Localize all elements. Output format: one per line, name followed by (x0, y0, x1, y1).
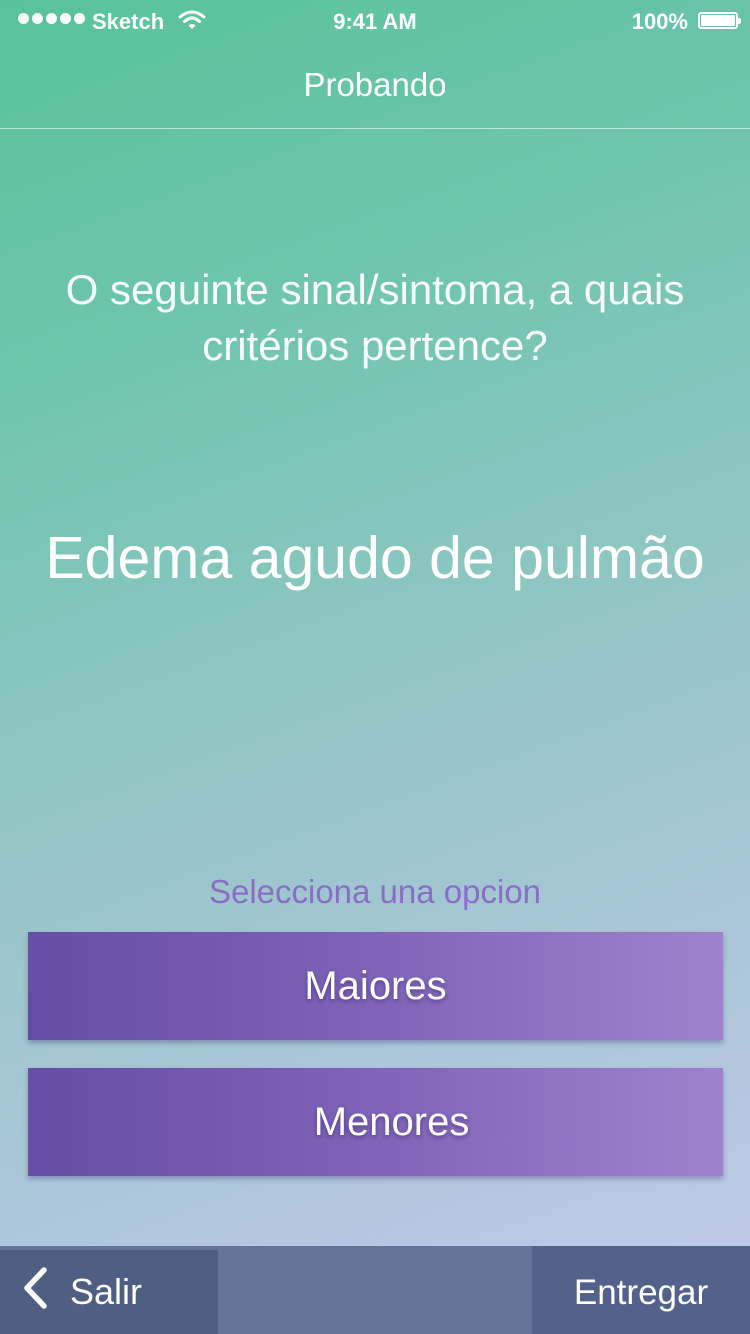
battery-percent: 100% (631, 9, 688, 34)
status-bar: Sketch 9:41 AM 100% (0, 0, 750, 40)
bottom-toolbar: Salir Entregar (0, 1246, 750, 1334)
exit-label: Salir (70, 1271, 143, 1312)
navigation-bar: Probando (0, 40, 750, 129)
symptom-term: Edema agudo de pulmão (45, 525, 705, 591)
option-menores-button[interactable]: Menores (28, 1068, 723, 1176)
battery-icon (698, 12, 741, 29)
chevron-left-icon (0, 1266, 70, 1318)
option-label: Menores (313, 1099, 470, 1144)
question-text: O seguinte sinal/sintoma, a quais critér… (65, 266, 685, 369)
exit-button[interactable]: Salir (0, 1250, 218, 1334)
page-title: Probando (303, 66, 447, 103)
select-option-prompt: Selecciona una opcion (208, 873, 542, 910)
battery-level (701, 15, 735, 26)
option-maiores-button[interactable]: Maiores (28, 932, 723, 1040)
submit-label: Entregar (573, 1273, 709, 1312)
submit-button[interactable]: Entregar (532, 1246, 750, 1334)
option-label: Maiores (304, 963, 447, 1008)
